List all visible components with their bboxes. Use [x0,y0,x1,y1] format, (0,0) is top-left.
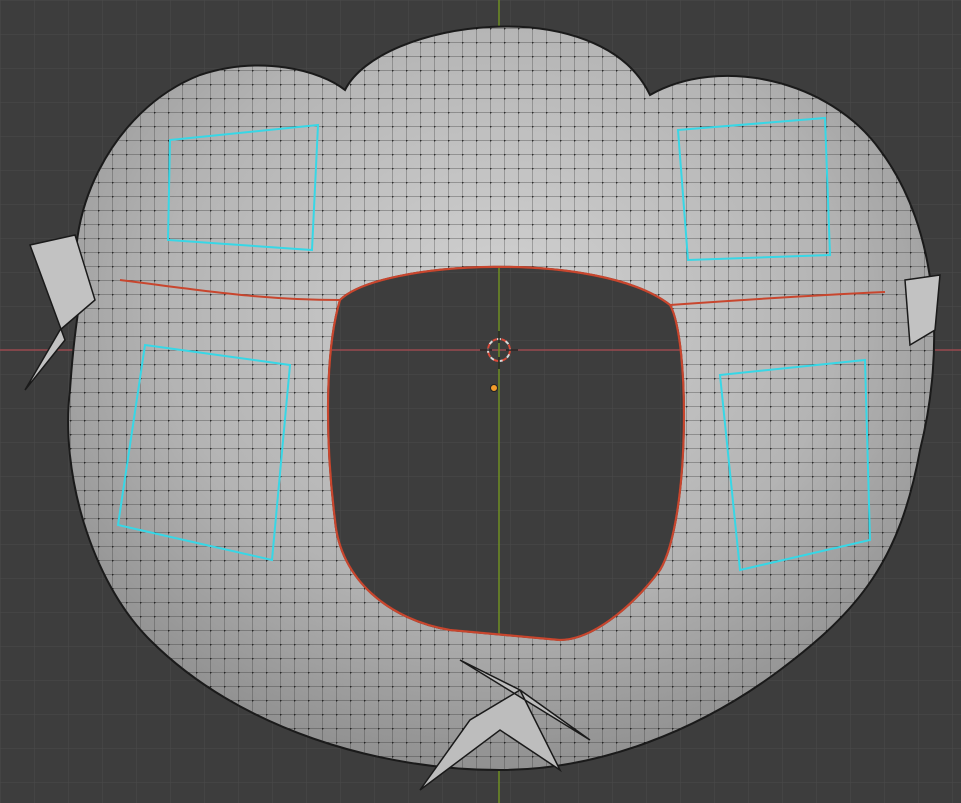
3d-viewport[interactable] [0,0,961,803]
dot-icon[interactable] [490,384,498,392]
viewport-canvas[interactable] [0,0,961,803]
